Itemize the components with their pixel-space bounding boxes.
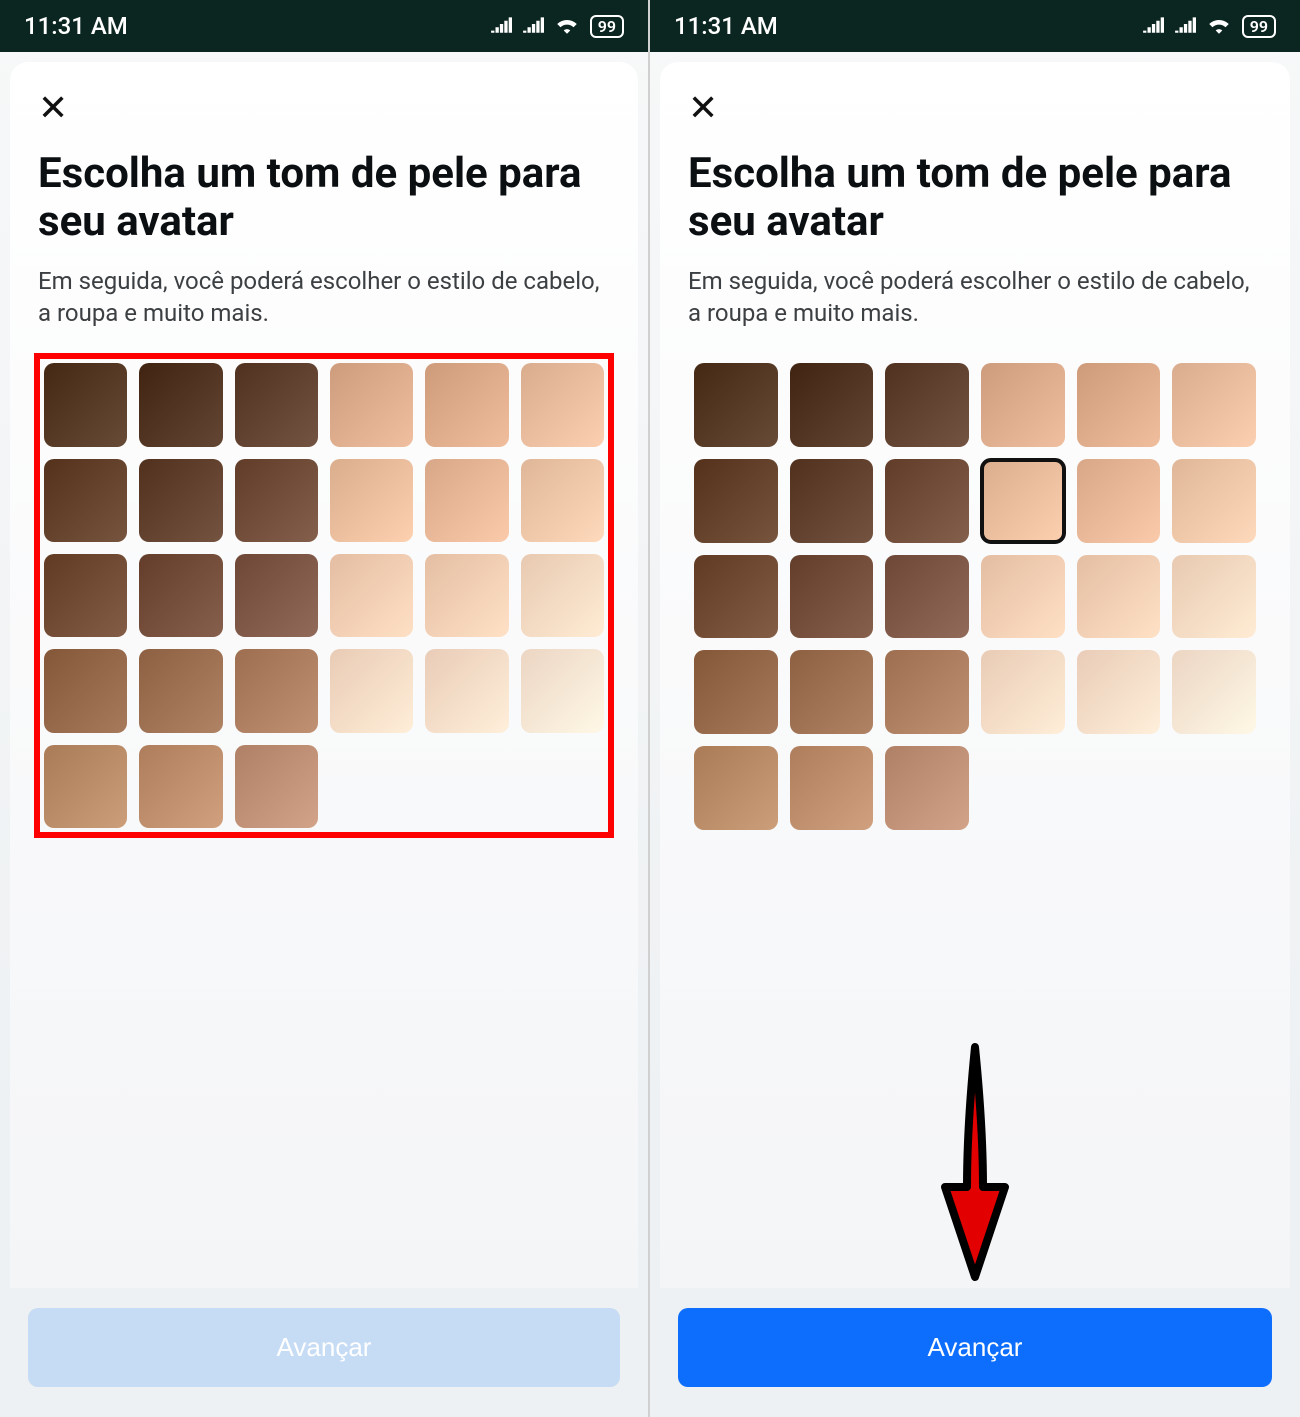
signal-icon-1 — [490, 14, 512, 38]
skin-tone-swatch[interactable] — [694, 746, 778, 830]
phone-left: 11:31 AM 99 ✕ Escolha um tom de pele par… — [0, 0, 650, 1417]
skin-tone-swatch[interactable] — [235, 554, 318, 637]
skin-tone-swatch[interactable] — [139, 554, 222, 637]
skin-tone-swatch[interactable] — [1077, 555, 1161, 639]
status-bar: 11:31 AM 99 — [650, 0, 1300, 52]
skin-tone-swatch[interactable] — [330, 363, 413, 446]
skin-tone-swatch[interactable] — [1077, 363, 1161, 447]
status-time: 11:31 AM — [24, 12, 128, 40]
skin-tone-swatch[interactable] — [330, 649, 413, 732]
battery-icon: 99 — [590, 15, 624, 38]
skin-tone-swatch[interactable] — [694, 555, 778, 639]
signal-icon-2 — [522, 14, 544, 38]
skin-tone-swatch[interactable] — [1077, 459, 1161, 543]
skin-tone-swatch[interactable] — [885, 363, 969, 447]
skin-tone-swatch[interactable] — [521, 649, 604, 732]
skin-tone-swatch[interactable] — [981, 363, 1065, 447]
skin-tone-swatch[interactable] — [790, 746, 874, 830]
skin-tone-swatch[interactable] — [235, 745, 318, 828]
skin-tone-swatch[interactable] — [521, 459, 604, 542]
page-subtitle: Em seguida, você poderá escolher o estil… — [38, 265, 610, 330]
wifi-icon — [554, 14, 580, 39]
wifi-icon — [1206, 14, 1232, 39]
skin-tone-swatch[interactable] — [1172, 650, 1256, 734]
footer: Avançar — [650, 1288, 1300, 1417]
skin-tone-swatch[interactable] — [790, 459, 874, 543]
skin-tone-grid — [44, 363, 604, 828]
skin-tone-swatch[interactable] — [981, 459, 1065, 543]
next-button[interactable]: Avançar — [678, 1308, 1272, 1387]
status-icons: 99 — [490, 14, 624, 39]
page-title: Escolha um tom de pele para seu avatar — [688, 150, 1262, 247]
skin-tone-swatch[interactable] — [425, 554, 508, 637]
skin-tone-swatch[interactable] — [694, 650, 778, 734]
skin-tone-swatch[interactable] — [44, 745, 127, 828]
skin-tone-swatch[interactable] — [425, 649, 508, 732]
skin-tone-swatch[interactable] — [425, 459, 508, 542]
skin-tone-swatch[interactable] — [885, 459, 969, 543]
skin-tone-swatch[interactable] — [885, 555, 969, 639]
page-subtitle: Em seguida, você poderá escolher o estil… — [688, 265, 1262, 330]
skin-tone-swatch[interactable] — [139, 745, 222, 828]
skin-tone-swatch[interactable] — [790, 650, 874, 734]
skin-tone-swatch[interactable] — [139, 363, 222, 446]
skin-tone-swatch[interactable] — [1172, 459, 1256, 543]
skin-tone-swatch[interactable] — [44, 459, 127, 542]
skin-tone-swatch[interactable] — [885, 746, 969, 830]
skin-tone-swatch[interactable] — [790, 363, 874, 447]
phone-right: 11:31 AM 99 ✕ Escolha um tom de pele par… — [650, 0, 1300, 1417]
next-button[interactable]: Avançar — [28, 1308, 620, 1387]
skin-tone-swatch[interactable] — [694, 459, 778, 543]
skin-tone-swatch[interactable] — [790, 555, 874, 639]
skin-tone-grid-wrap — [688, 357, 1262, 835]
skin-tone-swatch[interactable] — [885, 650, 969, 734]
status-time: 11:31 AM — [674, 12, 778, 40]
skin-tone-swatch[interactable] — [694, 363, 778, 447]
skin-tone-swatch[interactable] — [139, 649, 222, 732]
skin-tone-swatch[interactable] — [1172, 363, 1256, 447]
content-card: ✕ Escolha um tom de pele para seu avatar… — [10, 62, 638, 1288]
skin-tone-swatch[interactable] — [44, 554, 127, 637]
skin-tone-swatch[interactable] — [981, 555, 1065, 639]
skin-tone-swatch[interactable] — [235, 459, 318, 542]
battery-icon: 99 — [1242, 15, 1276, 38]
content-card: ✕ Escolha um tom de pele para seu avatar… — [660, 62, 1290, 1288]
close-icon[interactable]: ✕ — [688, 90, 728, 126]
skin-tone-grid — [694, 363, 1256, 829]
status-bar: 11:31 AM 99 — [0, 0, 648, 52]
skin-tone-swatch[interactable] — [330, 554, 413, 637]
skin-tone-swatch[interactable] — [1077, 650, 1161, 734]
skin-tone-swatch[interactable] — [521, 363, 604, 446]
skin-tone-swatch[interactable] — [235, 363, 318, 446]
status-icons: 99 — [1142, 14, 1276, 39]
skin-tone-swatch[interactable] — [981, 650, 1065, 734]
skin-tone-swatch[interactable] — [330, 459, 413, 542]
signal-icon-2 — [1174, 14, 1196, 38]
skin-tone-swatch[interactable] — [521, 554, 604, 637]
skin-tone-swatch[interactable] — [1172, 555, 1256, 639]
skin-tone-swatch[interactable] — [235, 649, 318, 732]
footer: Avançar — [0, 1288, 648, 1417]
close-icon[interactable]: ✕ — [38, 90, 78, 126]
skin-tone-swatch[interactable] — [44, 363, 127, 446]
signal-icon-1 — [1142, 14, 1164, 38]
page-title: Escolha um tom de pele para seu avatar — [38, 150, 610, 247]
skin-tone-grid-highlight — [38, 357, 610, 834]
skin-tone-swatch[interactable] — [44, 649, 127, 732]
skin-tone-swatch[interactable] — [425, 363, 508, 446]
skin-tone-swatch[interactable] — [139, 459, 222, 542]
